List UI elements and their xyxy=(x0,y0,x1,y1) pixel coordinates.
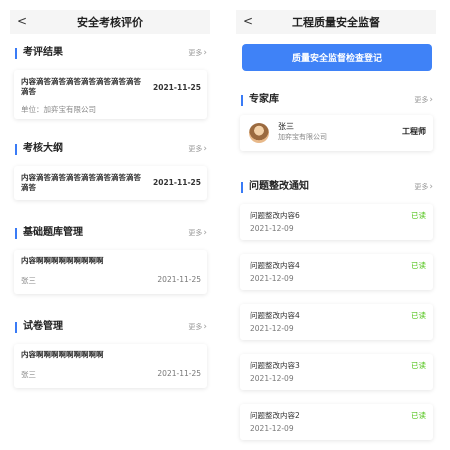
read-status-badge: 已读 xyxy=(411,361,426,370)
notice-item[interactable]: 问题整改内容2 2021-12-09 已读 xyxy=(240,404,433,440)
section-header: 问题整改通知 更多› xyxy=(236,180,436,194)
page-title: 工程质量安全监督 xyxy=(292,16,380,29)
read-status-badge: 已读 xyxy=(411,411,426,420)
back-icon[interactable]: < xyxy=(17,13,27,29)
quality-supervision-screen: < 工程质量安全监督 质量安全监督检查登记 专家库 更多› 张三 加弈宝有限公司… xyxy=(236,10,436,450)
notice-date: 2021-12-09 xyxy=(250,274,294,283)
more-link[interactable]: 更多› xyxy=(188,144,207,154)
section-question-bank: 基础题库管理 更多› 内容啊啊啊啊啊啊啊啊啊 张三 2021-11-25 xyxy=(10,226,210,294)
list-item[interactable]: 内容啊啊啊啊啊啊啊啊啊 张三 2021-11-25 xyxy=(14,250,207,294)
more-label: 更多 xyxy=(188,49,203,57)
section-title: 试卷管理 xyxy=(23,321,63,332)
chevron-right-icon: › xyxy=(429,95,433,105)
item-content: 内容啊啊啊啊啊啊啊啊啊 xyxy=(21,350,104,359)
inspection-register-button[interactable]: 质量安全监督检查登记 xyxy=(242,44,432,71)
read-status-badge: 已读 xyxy=(411,311,426,320)
notice-title: 问题整改内容3 xyxy=(250,361,300,370)
section-header: 基础题库管理 更多› xyxy=(10,226,210,240)
section-header: 试卷管理 更多› xyxy=(10,320,210,334)
section-title: 问题整改通知 xyxy=(249,181,309,192)
section-header: 考评结果 更多› xyxy=(10,46,210,60)
item-unit: 单位：加弈宝有限公司 xyxy=(21,105,96,114)
more-link[interactable]: 更多› xyxy=(188,322,207,332)
item-date: 2021-11-25 xyxy=(157,369,201,378)
more-link[interactable]: 更多› xyxy=(414,182,433,192)
more-label: 更多 xyxy=(188,229,203,237)
avatar xyxy=(249,123,269,143)
section-header: 专家库 更多› xyxy=(236,93,436,107)
notice-date: 2021-12-09 xyxy=(250,374,294,383)
notice-item[interactable]: 问题整改内容3 2021-12-09 已读 xyxy=(240,354,433,390)
read-status-badge: 已读 xyxy=(411,211,426,220)
expert-org: 加弈宝有限公司 xyxy=(278,133,327,141)
section-expert-library: 专家库 更多› 张三 加弈宝有限公司 工程师 xyxy=(236,93,436,151)
page-title: 安全考核评价 xyxy=(77,16,143,29)
notice-title: 问题整改内容4 xyxy=(250,261,300,270)
notice-item[interactable]: 问题整改内容4 2021-12-09 已读 xyxy=(240,304,433,340)
more-label: 更多 xyxy=(188,145,203,153)
section-rectification-notices: 问题整改通知 更多› 问题整改内容6 2021-12-09 已读 问题整改内容4… xyxy=(236,180,436,440)
chevron-right-icon: › xyxy=(203,228,207,238)
section-accent-bar xyxy=(15,48,17,59)
section-accent-bar xyxy=(15,228,17,239)
expert-role: 工程师 xyxy=(402,127,426,136)
notice-date: 2021-12-09 xyxy=(250,424,294,433)
chevron-right-icon: › xyxy=(429,182,433,192)
item-content: 内容啊啊啊啊啊啊啊啊啊 xyxy=(21,256,104,265)
notice-item[interactable]: 问题整改内容6 2021-12-09 已读 xyxy=(240,204,433,240)
read-status-badge: 已读 xyxy=(411,261,426,270)
item-person: 张三 xyxy=(21,370,36,379)
notice-title: 问题整改内容2 xyxy=(250,411,300,420)
nav-bar: < 安全考核评价 xyxy=(10,10,210,34)
expert-name: 张三 xyxy=(278,122,294,131)
section-title: 专家库 xyxy=(249,94,279,105)
notice-date: 2021-12-09 xyxy=(250,224,294,233)
section-accent-bar xyxy=(15,144,17,155)
section-title: 考评结果 xyxy=(23,47,63,58)
safety-assessment-screen: < 安全考核评价 考评结果 更多› 内容滴答滴答滴答滴答滴答滴答滴答滴答 202… xyxy=(10,10,210,450)
section-accent-bar xyxy=(241,182,243,193)
notice-item[interactable]: 问题整改内容4 2021-12-09 已读 xyxy=(240,254,433,290)
nav-bar: < 工程质量安全监督 xyxy=(236,10,436,34)
notice-title: 问题整改内容6 xyxy=(250,211,300,220)
item-person: 张三 xyxy=(21,276,36,285)
more-link[interactable]: 更多› xyxy=(188,228,207,238)
item-content: 内容滴答滴答滴答滴答滴答滴答滴答滴答 xyxy=(21,173,141,192)
section-assessment-outline: 考核大纲 更多› 内容滴答滴答滴答滴答滴答滴答滴答滴答 2021-11-25 xyxy=(10,142,210,200)
list-item[interactable]: 内容滴答滴答滴答滴答滴答滴答滴答滴答 2021-11-25 xyxy=(14,166,207,200)
item-date: 2021-11-25 xyxy=(153,178,201,187)
section-accent-bar xyxy=(241,95,243,106)
list-item[interactable]: 内容啊啊啊啊啊啊啊啊啊 张三 2021-11-25 xyxy=(14,344,207,388)
more-label: 更多 xyxy=(188,323,203,331)
chevron-right-icon: › xyxy=(203,144,207,154)
more-label: 更多 xyxy=(414,183,429,191)
chevron-right-icon: › xyxy=(203,322,207,332)
section-header: 考核大纲 更多› xyxy=(10,142,210,156)
notice-date: 2021-12-09 xyxy=(250,324,294,333)
section-exam-papers: 试卷管理 更多› 内容啊啊啊啊啊啊啊啊啊 张三 2021-11-25 xyxy=(10,320,210,388)
more-label: 更多 xyxy=(414,96,429,104)
back-icon[interactable]: < xyxy=(243,13,253,29)
section-assessment-results: 考评结果 更多› 内容滴答滴答滴答滴答滴答滴答滴答滴答 2021-11-25 单… xyxy=(10,46,210,119)
section-title: 考核大纲 xyxy=(23,143,63,154)
item-date: 2021-11-25 xyxy=(153,83,201,92)
item-content: 内容滴答滴答滴答滴答滴答滴答滴答滴答 xyxy=(21,77,141,96)
more-link[interactable]: 更多› xyxy=(188,48,207,58)
chevron-right-icon: › xyxy=(203,48,207,58)
expert-card[interactable]: 张三 加弈宝有限公司 工程师 xyxy=(240,115,433,151)
section-accent-bar xyxy=(15,322,17,333)
item-date: 2021-11-25 xyxy=(157,275,201,284)
section-title: 基础题库管理 xyxy=(23,227,83,238)
more-link[interactable]: 更多› xyxy=(414,95,433,105)
list-item[interactable]: 内容滴答滴答滴答滴答滴答滴答滴答滴答 2021-11-25 单位：加弈宝有限公司 xyxy=(14,70,207,119)
notice-title: 问题整改内容4 xyxy=(250,311,300,320)
